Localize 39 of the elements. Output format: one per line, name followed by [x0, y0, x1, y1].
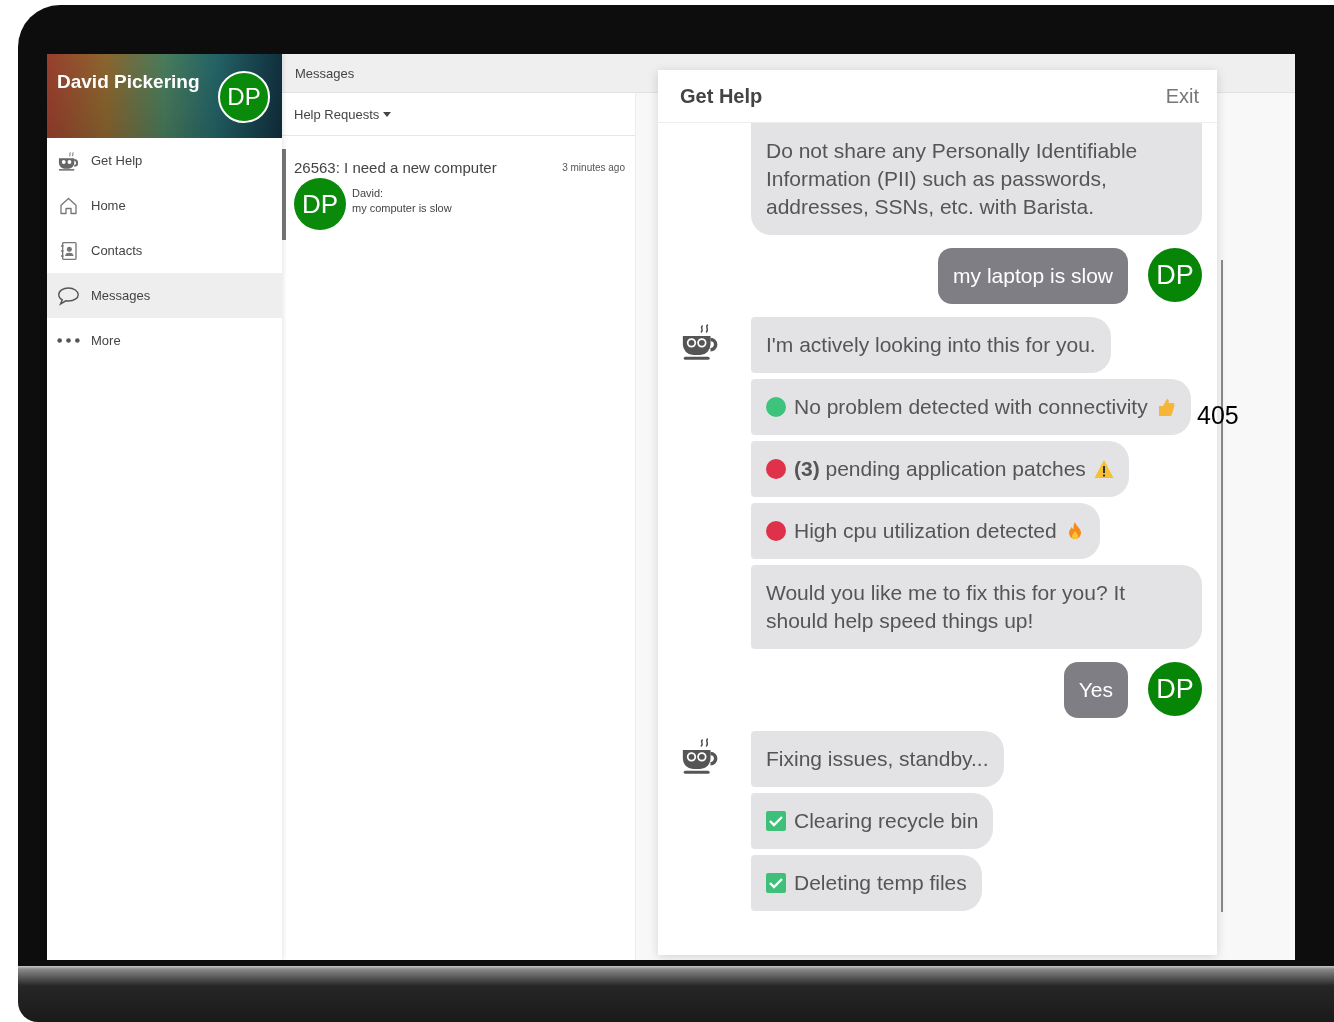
number-label: 405	[1197, 401, 1239, 430]
user-message: Yes	[1063, 662, 1128, 718]
caret-icon	[383, 111, 392, 117]
message-preview: my computer is slow	[352, 202, 452, 214]
filter-dropdown[interactable]: Help Requests	[290, 102, 396, 126]
user-message: my laptop is slow	[938, 248, 1128, 304]
conversation-title: 26563: I need a new computer	[294, 159, 497, 176]
bot-message: Fixing issues, standby...	[751, 731, 1004, 787]
bot-message: Deleting temp files	[751, 855, 982, 911]
home-icon	[57, 195, 80, 216]
panel-title: Messages	[295, 65, 355, 81]
bot-message: Clearing recycle bin	[751, 793, 994, 849]
bot-message: High cpu utilization detected	[751, 503, 1100, 559]
bot-message: Would you like me to fix this for you? It should help speed things up!	[751, 565, 1202, 649]
more-dots-icon	[57, 336, 80, 345]
speech-bubble-icon	[57, 285, 80, 306]
checkbox-icon	[766, 873, 786, 893]
bot-message: I'm actively looking into this for you.	[751, 317, 1111, 373]
sidebar-item[interactable]: Messages	[47, 273, 282, 318]
bot-message: (3) pending application patches	[751, 441, 1129, 497]
scrollbar[interactable]	[1221, 260, 1223, 912]
user-avatar: DP	[294, 178, 346, 230]
sidebar-item[interactable]: More	[47, 318, 282, 363]
sidebar-item[interactable]: Contacts	[47, 228, 282, 273]
warning-icon	[1093, 459, 1114, 479]
user-name: David Pickering	[57, 71, 200, 93]
user-avatar: DP	[1148, 248, 1202, 302]
checkbox-icon	[766, 811, 786, 831]
bot-message: No problem detected with connectivity	[751, 379, 1191, 435]
sidebar-item[interactable]: Home	[47, 183, 282, 228]
user-avatar[interactable]: DP	[218, 71, 270, 123]
exit-button[interactable]: Exit	[1165, 84, 1199, 108]
sender-name: David:	[352, 187, 385, 199]
dialog-title: Get Help	[680, 84, 763, 108]
user-avatar: DP	[1148, 662, 1202, 716]
coffee-cup-icon	[57, 150, 80, 171]
bot-message: Do not share any Personally Identifiable Information (PII) such as passwords, addresses, SSNs, etc. with Barista.	[751, 123, 1202, 235]
conversation-time: 3 minutes ago	[562, 162, 625, 173]
sidebar-item[interactable]: Get Help	[47, 138, 282, 183]
